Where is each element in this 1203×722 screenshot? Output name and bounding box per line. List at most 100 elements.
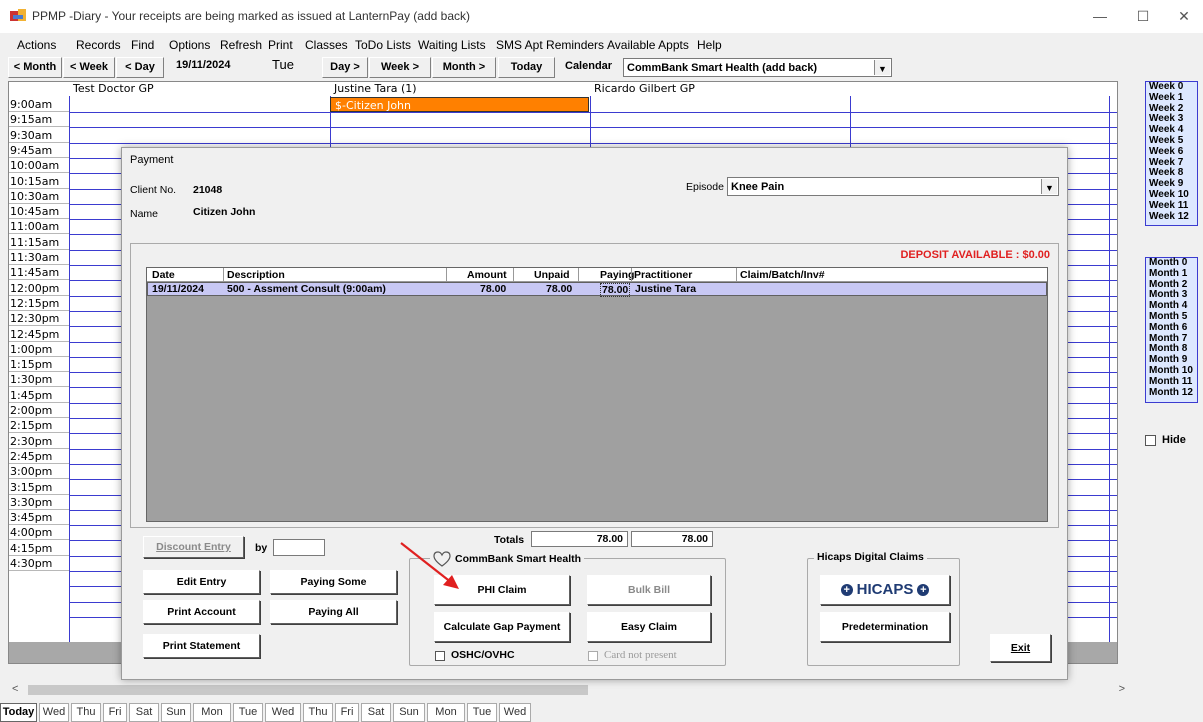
menu-refresh[interactable]: Refresh (220, 38, 262, 52)
month-list-item[interactable]: Month 6 (1146, 322, 1197, 334)
episode-label: Episode (686, 181, 724, 193)
red-arrow-annotation (400, 542, 459, 589)
appointment-citizen-john[interactable]: $-Citizen John (330, 97, 589, 112)
day-tab[interactable]: Sat (129, 703, 159, 722)
day-tab[interactable]: Mon (427, 703, 465, 722)
week-list-item[interactable]: Week 1 (1146, 92, 1197, 104)
plus-circle-icon: + (917, 584, 930, 596)
next-day-button[interactable]: Day > (322, 57, 368, 78)
grid-divider (69, 96, 70, 663)
minimize-icon[interactable]: — (1090, 6, 1110, 26)
day-tab[interactable]: Thu (303, 703, 333, 722)
episode-select[interactable]: Knee Pain ▼ (727, 177, 1059, 196)
week-list-item[interactable]: Week 6 (1146, 146, 1197, 158)
menu-todo-lists[interactable]: ToDo Lists (355, 38, 411, 52)
menu-records[interactable]: Records (76, 38, 121, 52)
day-tab[interactable]: Thu (71, 703, 101, 722)
time-slot-row[interactable] (69, 142, 1117, 144)
prev-day-button[interactable]: < Day (116, 57, 164, 78)
menu-available-appts[interactable]: Available Appts (607, 38, 689, 52)
commbank-group-label: CommBank Smart Health (455, 553, 582, 565)
menu-classes[interactable]: Classes (305, 38, 348, 52)
day-tab[interactable]: Wed (265, 703, 301, 722)
easy-claim-button[interactable]: Easy Claim (587, 612, 711, 642)
day-tab[interactable]: Tue (233, 703, 263, 722)
next-week-button[interactable]: Week > (369, 57, 431, 78)
day-tab[interactable]: Tue (467, 703, 497, 722)
title-bar: PPMP -Diary - Your receipts are being ma… (0, 0, 1203, 33)
hicaps-digital-claims-group: Hicaps Digital Claims + HICAPS + Predete… (807, 551, 960, 666)
menu-find[interactable]: Find (131, 38, 154, 52)
scroll-left-icon[interactable]: < (12, 683, 18, 695)
next-month-button[interactable]: Month > (432, 57, 496, 78)
scroll-right-icon[interactable]: > (1119, 683, 1125, 695)
menu-print[interactable]: Print (268, 38, 293, 52)
col-amount: Amount (467, 269, 507, 281)
hicaps-button[interactable]: + HICAPS + (820, 575, 950, 605)
print-account-button[interactable]: Print Account (143, 600, 260, 624)
print-statement-button[interactable]: Print Statement (143, 634, 260, 658)
week-list-item[interactable]: Week 12 (1146, 211, 1197, 223)
month-list[interactable]: Month 0 Month 1 Month 2 Month 3 Month 4 Month… (1145, 257, 1198, 403)
name-label: Name (130, 208, 159, 220)
day-tab[interactable]: Today (0, 703, 37, 722)
month-list-item[interactable]: Month 1 (1146, 268, 1197, 280)
oshc-checkbox[interactable] (435, 651, 445, 661)
menu-waiting-lists[interactable]: Waiting Lists (418, 38, 486, 52)
day-tab[interactable]: Mon (193, 703, 231, 722)
day-tab[interactable]: Sun (393, 703, 425, 722)
today-button[interactable]: Today (498, 57, 555, 78)
week-list-item[interactable]: Week 11 (1146, 200, 1197, 212)
time-slot-label: 9:30am (9, 127, 69, 143)
edit-entry-button[interactable]: Edit Entry (143, 570, 260, 594)
hide-checkbox[interactable] (1145, 434, 1156, 446)
time-slot-row[interactable] (69, 127, 1117, 129)
close-icon[interactable]: ✕ (1174, 6, 1194, 26)
window-title: PPMP -Diary - Your receipts are being ma… (32, 9, 470, 23)
horizontal-scrollbar[interactable]: < > (8, 683, 1133, 698)
totals-label: Totals (494, 534, 525, 546)
day-tab[interactable]: Fri (335, 703, 359, 722)
predetermination-button[interactable]: Predetermination (820, 612, 950, 642)
total-unpaid: 78.00 (531, 531, 628, 547)
exit-button[interactable]: Exit (990, 634, 1051, 662)
week-list[interactable]: Week 0 Week 1 Week 2 Week 3 Week 4 Week 5 Week… (1145, 81, 1198, 226)
calculate-gap-payment-button[interactable]: Calculate Gap Payment (434, 612, 570, 642)
chevron-down-icon[interactable]: ▼ (874, 60, 890, 75)
time-slot-label: 10:00am (9, 158, 69, 174)
prev-week-button[interactable]: < Week (63, 57, 115, 78)
row-paying[interactable]: 78.00 (600, 283, 631, 297)
day-tab[interactable]: Fri (103, 703, 127, 722)
hide-option[interactable]: Hide (1145, 434, 1186, 446)
menu-options[interactable]: Options (169, 38, 210, 52)
menu-help[interactable]: Help (697, 38, 722, 52)
time-slot-label: 3:45pm (9, 510, 69, 526)
time-slot-label: 10:15am (9, 173, 69, 189)
day-tab[interactable]: Sat (361, 703, 391, 722)
menu-sms-apt-reminders[interactable]: SMS Apt Reminders (496, 38, 604, 52)
time-slot-label: 11:00am (9, 219, 69, 235)
time-slot-label: 1:45pm (9, 387, 69, 403)
discount-by-input[interactable] (273, 539, 325, 556)
month-list-item[interactable]: Month 12 (1146, 387, 1197, 399)
prev-month-button[interactable]: < Month (8, 57, 62, 78)
paying-all-button[interactable]: Paying All (270, 600, 397, 624)
transactions-table: Date Description Amount Unpaid Paying Pr… (146, 267, 1048, 522)
card-not-present-checkbox[interactable] (588, 651, 598, 661)
month-list-item[interactable]: Month 11 (1146, 376, 1197, 388)
current-date[interactable]: 19/11/2024 (176, 59, 230, 71)
time-slot-row[interactable] (69, 112, 1117, 113)
maximize-icon[interactable]: ☐ (1133, 6, 1153, 26)
day-tab[interactable]: Wed (499, 703, 531, 722)
day-tab[interactable]: Wed (39, 703, 69, 722)
bulk-bill-button[interactable]: Bulk Bill (587, 575, 711, 605)
paying-some-button[interactable]: Paying Some (270, 570, 397, 594)
menu-actions[interactable]: Actions (17, 38, 56, 52)
calendar-select[interactable]: CommBank Smart Health (add back) ▼ (623, 58, 892, 77)
scroll-thumb[interactable] (28, 685, 588, 695)
table-row[interactable]: 19/11/2024 500 - Assment Consult (9:00am… (147, 282, 1047, 297)
chevron-down-icon[interactable]: ▼ (1041, 179, 1057, 194)
day-tab[interactable]: Sun (161, 703, 191, 722)
time-slot-label: 3:00pm (9, 464, 69, 480)
discount-entry-button[interactable]: Discount Entry (143, 536, 244, 558)
